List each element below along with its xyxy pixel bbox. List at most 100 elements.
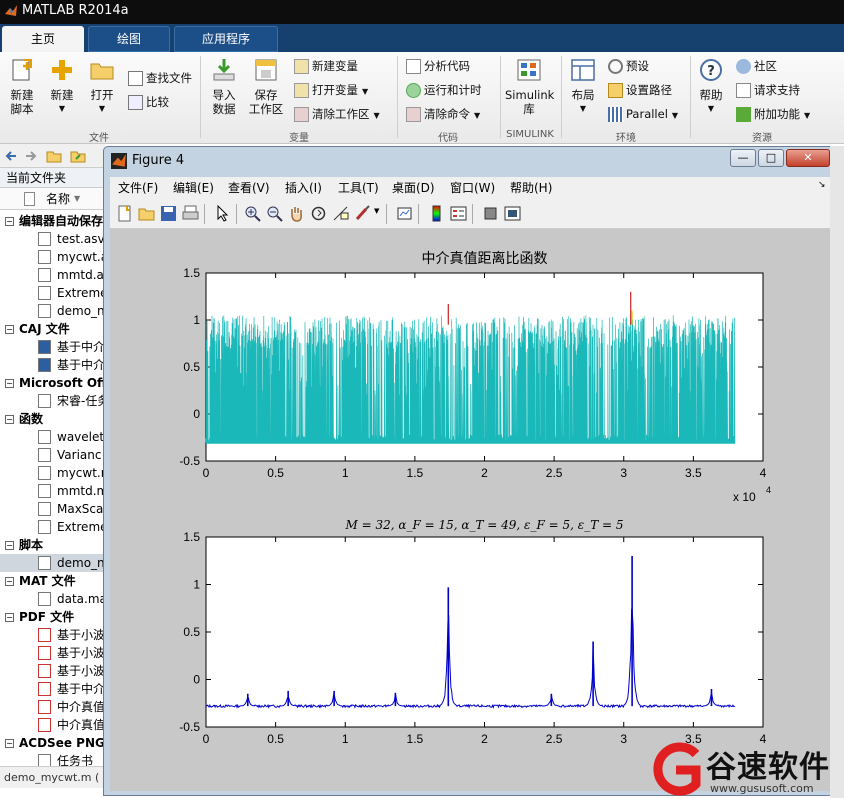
folder-up-icon[interactable]	[46, 148, 62, 164]
chevron-down-icon[interactable]: ▼	[374, 207, 379, 215]
menu-desktop[interactable]: 桌面(D)	[392, 179, 435, 197]
parallel-button[interactable]: Parallel ▼	[608, 104, 678, 124]
clear-commands-button[interactable]: 清除命令 ▼	[406, 104, 480, 124]
menu-edit[interactable]: 编辑(E)	[173, 179, 214, 197]
collapse-icon[interactable]: −	[5, 739, 14, 748]
minimize-button[interactable]: —	[730, 149, 756, 167]
menu-file[interactable]: 文件(F)	[118, 179, 158, 197]
file-item[interactable]: wavelet	[0, 428, 105, 446]
folder-section[interactable]: − PDF 文件	[0, 608, 105, 626]
file-item[interactable]: mmtd.a	[0, 266, 105, 284]
addons-button[interactable]: 附加功能 ▼	[736, 104, 810, 124]
file-item[interactable]: mmtd.m	[0, 482, 105, 500]
file-item[interactable]: demo_n	[0, 554, 105, 572]
menu-view[interactable]: 查看(V)	[228, 179, 270, 197]
print-icon[interactable]	[182, 205, 199, 222]
file-item[interactable]: test.asv	[0, 230, 105, 248]
run-and-time-button[interactable]: 运行和计时	[406, 80, 482, 100]
menu-insert[interactable]: 插入(I)	[285, 179, 322, 197]
collapse-icon[interactable]: −	[5, 217, 14, 226]
folder-section[interactable]: − 脚本	[0, 536, 105, 554]
colorbar-icon[interactable]	[428, 205, 445, 222]
simulink-library-button[interactable]: Simulink 库	[505, 58, 554, 116]
zoom-in-icon[interactable]	[244, 205, 261, 222]
file-item[interactable]: Extreme	[0, 518, 105, 536]
import-data-button[interactable]: 导入 数据	[206, 58, 242, 116]
community-button[interactable]: 社区	[736, 56, 777, 76]
forward-arrow-icon[interactable]	[24, 149, 38, 163]
request-support-button[interactable]: 请求支持	[736, 80, 800, 100]
tab-plots[interactable]: 绘图	[88, 26, 170, 52]
menu-tools[interactable]: 工具(T)	[338, 179, 379, 197]
folder-section[interactable]: − CAJ 文件	[0, 320, 105, 338]
rotate-3d-icon[interactable]	[310, 205, 327, 222]
file-item[interactable]: 基于小波	[0, 626, 105, 644]
data-cursor-icon[interactable]	[332, 205, 349, 222]
back-arrow-icon[interactable]	[4, 149, 18, 163]
file-item[interactable]: 基于中介	[0, 680, 105, 698]
file-item[interactable]: mycwt.a	[0, 248, 105, 266]
file-item[interactable]: 基于小波	[0, 662, 105, 680]
collapse-icon[interactable]: −	[5, 577, 14, 586]
browse-folder-icon[interactable]	[70, 148, 86, 164]
file-item[interactable]: 中介真值	[0, 716, 105, 734]
analyze-code-button[interactable]: 分析代码	[406, 56, 470, 76]
open-button[interactable]: 打开 ▼	[84, 58, 120, 116]
new-figure-icon[interactable]	[116, 205, 133, 222]
clear-workspace-button[interactable]: 清除工作区 ▼	[294, 104, 380, 124]
menu-help[interactable]: 帮助(H)	[510, 179, 552, 197]
pan-hand-icon[interactable]	[288, 205, 305, 222]
file-item[interactable]: demo_n	[0, 302, 105, 320]
layout-button[interactable]: 布局 ▼	[566, 58, 600, 116]
maximize-button[interactable]: □	[758, 149, 784, 167]
menu-dock-icon[interactable]: ↘	[818, 180, 826, 190]
brush-icon[interactable]	[354, 205, 371, 222]
folder-section[interactable]: − Microsoft Off	[0, 374, 105, 392]
help-button[interactable]: ? 帮助 ▼	[694, 58, 728, 116]
preferences-button[interactable]: 预设	[608, 56, 649, 76]
compare-button[interactable]: 比较	[128, 92, 169, 112]
tab-apps[interactable]: 应用程序	[174, 26, 278, 52]
folder-section[interactable]: − ACDSee PNG	[0, 734, 105, 752]
open-file-icon[interactable]	[138, 205, 155, 222]
name-column-header[interactable]: 名称 ▼	[0, 188, 105, 210]
file-item[interactable]: 基于中介	[0, 338, 105, 356]
file-item[interactable]: 宋睿-任务	[0, 392, 105, 410]
file-item[interactable]: Extreme	[0, 284, 105, 302]
save-icon[interactable]	[160, 205, 177, 222]
collapse-icon[interactable]: −	[5, 379, 14, 388]
folder-section[interactable]: − 函数	[0, 410, 105, 428]
open-variable-button[interactable]: 打开变量 ▼	[294, 80, 368, 100]
figure-titlebar[interactable]: Figure 4 — □ ✕	[104, 147, 837, 175]
zoom-out-icon[interactable]	[266, 205, 283, 222]
file-item[interactable]: mycwt.m	[0, 464, 105, 482]
collapse-icon[interactable]: −	[5, 325, 14, 334]
new-variable-button[interactable]: 新建变量	[294, 56, 358, 76]
pointer-icon[interactable]	[214, 205, 231, 222]
folder-section[interactable]: − 编辑器自动保存	[0, 212, 105, 230]
new-button[interactable]: 新建 ▼	[44, 58, 80, 116]
save-workspace-button[interactable]: 保存 工作区	[246, 58, 286, 116]
hide-plot-tools-icon[interactable]	[482, 205, 499, 222]
menu-window[interactable]: 窗口(W)	[450, 179, 495, 197]
set-path-button[interactable]: 设置路径	[608, 80, 672, 100]
legend-icon[interactable]	[450, 205, 467, 222]
file-item[interactable]: MaxSca	[0, 500, 105, 518]
file-item[interactable]: 基于小波	[0, 644, 105, 662]
file-item[interactable]: 中介真值	[0, 698, 105, 716]
link-plot-icon[interactable]	[396, 205, 413, 222]
show-plot-tools-icon[interactable]	[504, 205, 521, 222]
collapse-icon[interactable]: −	[5, 415, 14, 424]
collapse-icon[interactable]: −	[5, 613, 14, 622]
folder-section[interactable]: − MAT 文件	[0, 572, 105, 590]
close-button[interactable]: ✕	[786, 149, 830, 167]
section-label: 编辑器自动保存	[19, 214, 104, 228]
collapse-icon[interactable]: −	[5, 541, 14, 550]
find-files-button[interactable]: 查找文件	[128, 68, 192, 88]
file-item[interactable]: data.ma	[0, 590, 105, 608]
file-item[interactable]: 基于中介	[0, 356, 105, 374]
file-icon	[38, 718, 51, 732]
new-script-button[interactable]: 新建 脚本	[4, 58, 40, 116]
tab-home[interactable]: 主页	[2, 26, 84, 52]
file-item[interactable]: Varianc	[0, 446, 105, 464]
